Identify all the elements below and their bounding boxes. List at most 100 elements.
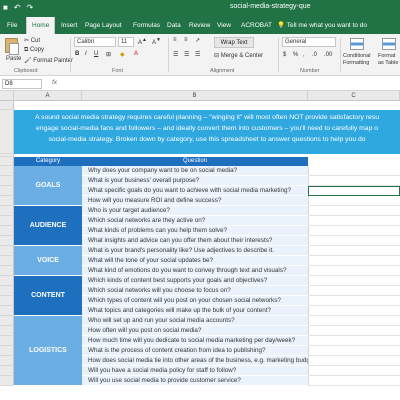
tab-file[interactable]: File <box>2 17 22 34</box>
row-header[interactable] <box>0 226 14 236</box>
row-header[interactable] <box>0 376 14 386</box>
question-cell[interactable]: What topics and categories will make up … <box>82 306 308 316</box>
tab-formulas[interactable]: Formulas <box>128 17 165 34</box>
answer-cell[interactable] <box>308 366 400 376</box>
answer-cell[interactable] <box>308 226 400 236</box>
answer-cell[interactable] <box>308 236 400 246</box>
answer-cell[interactable] <box>308 166 400 176</box>
question-cell[interactable]: What will the tone of your social update… <box>82 256 308 266</box>
align-right-icon[interactable]: ☰ <box>195 51 200 58</box>
percent-icon[interactable]: % <box>293 52 298 58</box>
cut-button[interactable]: ✂ Cut <box>24 37 40 44</box>
row-header[interactable] <box>0 306 14 316</box>
answer-cell[interactable] <box>308 376 400 386</box>
question-cell[interactable]: What is your business' overall purpose? <box>82 176 308 186</box>
answer-cell[interactable] <box>308 306 400 316</box>
row-header[interactable] <box>0 110 14 154</box>
row-header[interactable] <box>0 176 14 186</box>
font-color-icon[interactable]: A <box>134 51 138 57</box>
align-top-icon[interactable]: ≡ <box>173 37 177 43</box>
answer-cell[interactable] <box>308 296 400 306</box>
answer-cell[interactable] <box>308 276 400 286</box>
row-header[interactable] <box>0 186 14 196</box>
align-center-icon[interactable]: ☰ <box>184 51 189 58</box>
wrap-text-button[interactable]: Wrap Text <box>214 37 254 48</box>
conditional-formatting-button[interactable]: Conditional Formatting <box>343 53 375 67</box>
tab-review[interactable]: Review <box>184 17 215 34</box>
category-cell[interactable]: AUDIENCE <box>14 206 82 246</box>
question-cell[interactable]: What specific goals do you want to achie… <box>82 186 308 196</box>
answer-cell[interactable] <box>308 316 400 326</box>
question-cell[interactable]: Which types of content will you post on … <box>82 296 308 306</box>
save-icon[interactable]: ■ <box>3 3 8 12</box>
tab-page-layout[interactable]: Page Layout <box>80 17 127 34</box>
tab-insert[interactable]: Insert <box>56 17 82 34</box>
question-cell[interactable]: What kind of emotions do you want to con… <box>82 266 308 276</box>
answer-cell[interactable] <box>308 356 400 366</box>
format-as-table-icon[interactable] <box>382 38 396 50</box>
comma-icon[interactable]: , <box>303 52 305 58</box>
question-cell[interactable]: What insights and advice can you offer t… <box>82 236 308 246</box>
answer-cell[interactable] <box>308 216 400 226</box>
row-header[interactable] <box>0 296 14 306</box>
tab-data[interactable]: Data <box>162 17 186 34</box>
bold-icon[interactable]: B <box>75 51 79 57</box>
row-header[interactable] <box>0 286 14 296</box>
category-cell[interactable]: VOICE <box>14 246 82 276</box>
selected-answer-cell[interactable] <box>308 186 400 196</box>
row-header[interactable] <box>0 256 14 266</box>
font-name-select[interactable]: Calibri <box>74 37 116 47</box>
tab-view[interactable]: View <box>212 17 236 34</box>
question-cell[interactable]: What is the process of content creation … <box>82 346 308 356</box>
orientation-icon[interactable]: ↗ <box>195 37 200 44</box>
question-cell[interactable]: Why does your company want to be on soci… <box>82 166 308 176</box>
answer-cell[interactable] <box>308 286 400 296</box>
answer-cell[interactable] <box>308 196 400 206</box>
question-cell[interactable]: Which kinds of content best supports you… <box>82 276 308 286</box>
shrink-font-icon[interactable]: A▼ <box>152 37 161 46</box>
align-middle-icon[interactable]: ≡ <box>184 37 188 43</box>
answer-cell[interactable] <box>308 346 400 356</box>
row-header[interactable] <box>0 276 14 286</box>
format-as-table-button[interactable]: Format as Table <box>378 53 400 67</box>
borders-icon[interactable]: ⊞ <box>106 51 111 58</box>
answer-cell[interactable] <box>308 256 400 266</box>
category-cell[interactable]: GOALS <box>14 166 82 206</box>
question-cell[interactable]: How does social media tie into other are… <box>82 356 308 366</box>
row-header[interactable] <box>0 346 14 356</box>
row-header[interactable] <box>0 196 14 206</box>
increase-decimal-icon[interactable]: .0 <box>312 52 317 58</box>
answer-cell[interactable] <box>308 176 400 186</box>
row-header[interactable] <box>0 366 14 376</box>
fill-color-icon[interactable]: ◆ <box>120 51 125 58</box>
format-painter-button[interactable]: 🖌 Format Painter <box>24 57 73 64</box>
category-cell[interactable]: CONTENT <box>14 276 82 316</box>
underline-icon[interactable]: U <box>94 51 98 57</box>
answer-cell[interactable] <box>308 246 400 256</box>
row-header[interactable] <box>0 356 14 366</box>
row-header[interactable] <box>0 236 14 246</box>
merge-center-button[interactable]: ⊟ Merge & Center <box>214 52 263 59</box>
currency-icon[interactable]: $ <box>283 52 286 58</box>
answer-cell[interactable] <box>308 206 400 216</box>
answer-cell[interactable] <box>308 336 400 346</box>
category-cell[interactable]: LOGISTICS <box>14 316 82 386</box>
align-left-icon[interactable]: ☰ <box>173 51 178 58</box>
number-format-select[interactable]: General <box>282 37 336 47</box>
copy-button[interactable]: ⧉ Copy <box>24 47 44 54</box>
question-cell[interactable]: Who is your target audience? <box>82 206 308 216</box>
question-cell[interactable]: Who will set up and run your social medi… <box>82 316 308 326</box>
row-header[interactable] <box>0 266 14 276</box>
row-header[interactable] <box>0 206 14 216</box>
answer-cell[interactable] <box>308 266 400 276</box>
font-size-select[interactable]: 11 <box>118 37 134 47</box>
question-cell[interactable]: Will you have a social media policy for … <box>82 366 308 376</box>
row-header[interactable] <box>0 101 14 110</box>
column-header-a[interactable]: A <box>14 91 82 101</box>
paste-icon[interactable] <box>5 38 19 55</box>
row-header[interactable] <box>0 326 14 336</box>
question-cell[interactable]: Will you use social media to provide cus… <box>82 376 308 386</box>
question-cell[interactable]: Which social networks will you choose to… <box>82 286 308 296</box>
row-header[interactable] <box>0 316 14 326</box>
italic-icon[interactable]: I <box>85 51 87 57</box>
